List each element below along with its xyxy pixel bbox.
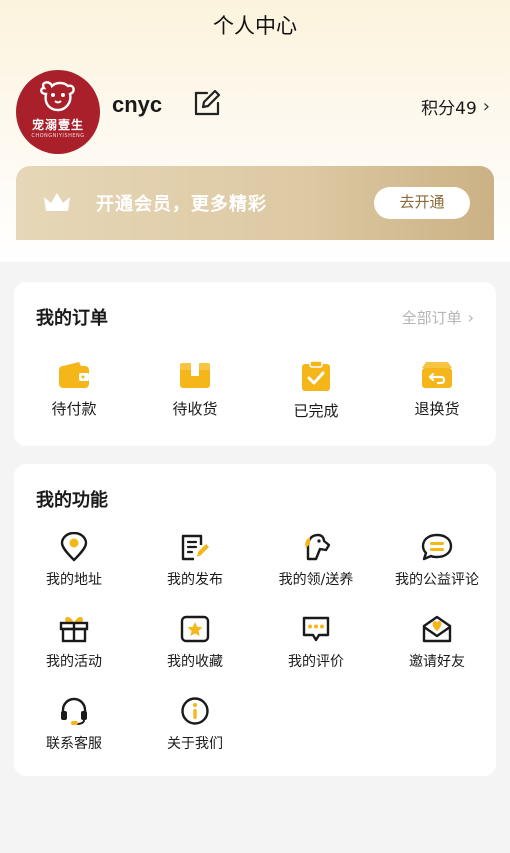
envelope-icon	[422, 615, 452, 643]
feature-label: 我的收藏	[167, 654, 223, 670]
order-pending-receipt[interactable]: 待收货	[145, 360, 245, 419]
headset-icon	[61, 697, 87, 725]
location-icon	[60, 532, 88, 562]
feature-adoption[interactable]: 我的领/送养	[256, 532, 376, 589]
feature-my-posts[interactable]: 我的发布	[135, 532, 255, 589]
open-vip-button[interactable]: 去开通	[374, 187, 470, 219]
feature-label: 我的公益评论	[395, 572, 479, 588]
feature-label: 我的活动	[46, 654, 102, 670]
feature-charity-comments[interactable]: 我的公益评论	[377, 532, 497, 589]
return-box-icon	[422, 362, 452, 388]
feature-about-us[interactable]: 关于我们	[135, 696, 255, 753]
points-label: 积分49	[421, 99, 477, 119]
comment-icon	[302, 616, 330, 642]
all-orders-link[interactable]: 全部订单 ›	[402, 307, 474, 328]
avatar-brand-text: 宠溺壹生	[31, 118, 84, 132]
crown-icon	[44, 193, 70, 211]
features-card: 我的功能 我的地址 我的发布 我的领/送养 我的公益评论 我的活动 我的收藏 我…	[14, 464, 496, 776]
feature-customer-service[interactable]: 联系客服	[14, 696, 134, 753]
orders-card: 我的订单 全部订单 › 待付款 待收货 已完成 退换货	[14, 282, 496, 446]
feature-label: 我的评价	[288, 654, 344, 670]
vip-promo-text: 开通会员，更多精彩	[96, 194, 267, 215]
gift-icon	[59, 617, 89, 643]
feature-invite-friends[interactable]: 邀请好友	[377, 614, 497, 671]
feature-my-activities[interactable]: 我的活动	[14, 614, 134, 671]
vip-banner[interactable]: 开通会员，更多精彩 去开通	[16, 166, 494, 240]
avatar[interactable]: 宠溺壹生 CHONGNIYISHENG	[16, 70, 100, 154]
feature-label: 我的发布	[167, 572, 223, 588]
edit-profile-icon[interactable]	[192, 88, 222, 118]
feature-my-favorites[interactable]: 我的收藏	[135, 614, 255, 671]
username: cnyc	[112, 92, 163, 117]
wallet-icon	[59, 362, 89, 388]
feature-label: 关于我们	[167, 736, 223, 752]
feature-label: 联系客服	[46, 736, 102, 752]
feature-my-reviews[interactable]: 我的评价	[256, 614, 376, 671]
star-icon	[180, 615, 210, 643]
feature-label: 邀请好友	[409, 654, 465, 670]
order-pending-payment[interactable]: 待付款	[24, 360, 124, 419]
points-link[interactable]: 积分49 ›	[421, 94, 490, 119]
order-item-label: 待收货	[172, 400, 218, 418]
chevron-right-icon: ›	[482, 96, 490, 117]
chevron-right-icon: ›	[467, 308, 474, 327]
dog-logo-icon	[40, 81, 75, 112]
feature-label: 我的地址	[46, 572, 102, 588]
orders-title: 我的订单	[36, 308, 108, 329]
all-orders-label: 全部订单	[401, 309, 462, 327]
order-item-label: 退换货	[414, 400, 460, 418]
features-title: 我的功能	[36, 490, 108, 511]
feature-label: 我的领/送养	[278, 572, 354, 588]
order-item-label: 已完成	[293, 402, 339, 420]
order-completed[interactable]: 已完成	[266, 360, 366, 421]
dog-icon	[305, 533, 331, 561]
avatar-brand-subtext: CHONGNIYISHENG	[31, 133, 85, 139]
package-icon	[180, 363, 210, 388]
order-return-exchange[interactable]: 退换货	[387, 360, 487, 419]
order-item-label: 待付款	[51, 400, 97, 418]
chat-bubble-icon	[421, 533, 453, 561]
feature-my-address[interactable]: 我的地址	[14, 532, 134, 589]
clipboard-check-icon	[302, 360, 330, 391]
edit-document-icon	[181, 534, 209, 561]
info-icon	[181, 697, 209, 725]
page-title: 个人中心	[213, 14, 297, 38]
